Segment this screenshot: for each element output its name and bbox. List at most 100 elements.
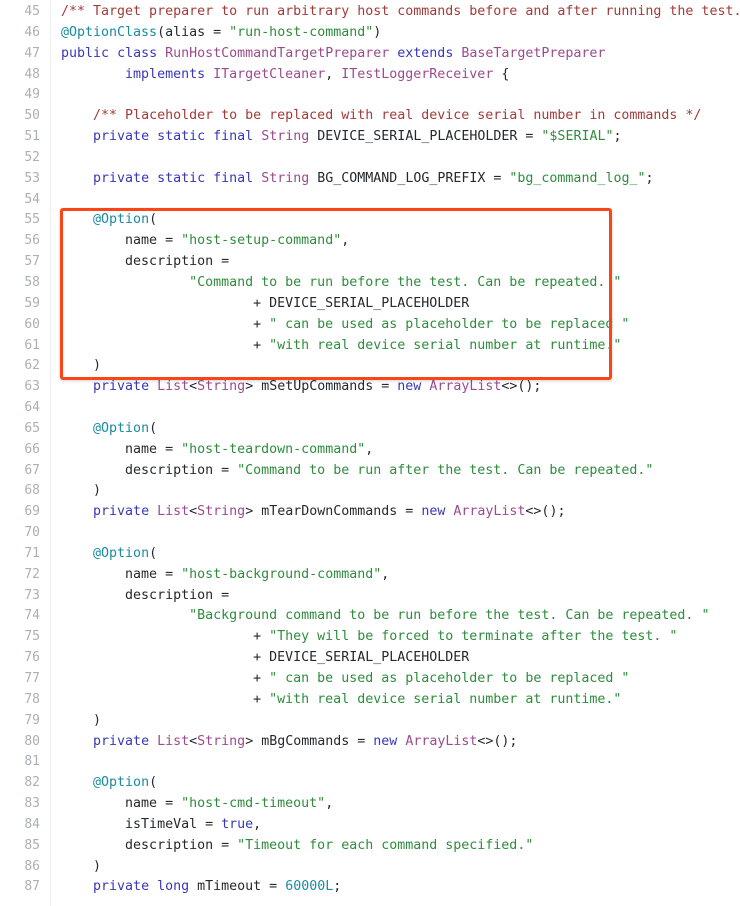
code-line[interactable]: 48 implements ITargetCleaner, ITestLogge…	[0, 65, 740, 86]
code-line[interactable]: 65 @Option(	[0, 419, 740, 440]
code-line[interactable]: 71 @Option(	[0, 544, 740, 565]
line-content: + "They will be forced to terminate afte…	[40, 627, 740, 648]
token-pln: > mBgCommands =	[245, 733, 374, 749]
code-line[interactable]: 86 )	[0, 857, 740, 878]
code-line[interactable]: 70	[0, 523, 740, 544]
token-cls: String	[261, 170, 310, 186]
line-content: description =	[40, 586, 740, 607]
code-line[interactable]: 53 private static final String BG_COMMAN…	[0, 169, 740, 190]
token-ann: @Option	[93, 420, 150, 436]
token-str: "host-teardown-command"	[181, 441, 366, 457]
code-line[interactable]: 58 "Command to be run before the test. C…	[0, 273, 740, 294]
token-pln	[149, 504, 157, 519]
line-content: /** Target preparer to run arbitrary hos…	[40, 2, 740, 23]
code-line[interactable]: 82 @Option(	[0, 773, 740, 794]
code-viewer[interactable]: 45 /** Target preparer to run arbitrary h…	[0, 0, 740, 906]
code-line[interactable]: 74 "Background command to be run before …	[0, 606, 740, 627]
code-line-list[interactable]: 45 /** Target preparer to run arbitrary h…	[0, 0, 740, 898]
line-number: 71	[24, 545, 40, 561]
code-line[interactable]: 46 @OptionClass(alias = "run-host-command…	[0, 23, 740, 44]
token-pln	[109, 46, 117, 61]
code-line[interactable]: 85 description = "Timeout for each comma…	[0, 836, 740, 857]
token-pln: )	[61, 483, 102, 499]
code-line[interactable]: 56 name = "host-setup-command",	[0, 231, 740, 252]
code-line[interactable]: 84 isTimeVal = true,	[0, 815, 740, 836]
code-line[interactable]: 78 + "with real device serial number at …	[0, 690, 740, 711]
code-line[interactable]: 55 @Option(	[0, 210, 740, 231]
token-pln: ,	[381, 566, 390, 582]
token-cls: List	[157, 504, 190, 520]
code-line[interactable]: 69 private List<String> mTearDownCommand…	[0, 502, 740, 523]
token-pln: (	[149, 775, 158, 791]
token-cls: ArrayList	[429, 379, 502, 395]
code-line[interactable]: 73 description =	[0, 586, 740, 607]
line-content: + "with real device serial number at run…	[40, 690, 740, 711]
token-cls: ArrayList	[405, 733, 478, 749]
code-line[interactable]: 62 )	[0, 356, 740, 377]
line-content: private List<String> mSetUpCommands = ne…	[40, 377, 740, 398]
code-line[interactable]: 67 description = "Command to be run afte…	[0, 461, 740, 482]
token-pln	[61, 546, 93, 561]
token-str: "host-setup-command"	[181, 233, 342, 249]
token-str: "run-host-command"	[229, 24, 374, 40]
token-pln: DEVICE_SERIAL_PLACEHOLDER =	[309, 129, 542, 145]
token-key: implements	[125, 66, 206, 82]
line-content: isTimeVal = true,	[40, 815, 740, 836]
line-content: @Option(	[40, 773, 740, 794]
code-line[interactable]: 51 private static final String DEVICE_SE…	[0, 127, 740, 148]
code-line[interactable]: 72 name = "host-background-command",	[0, 565, 740, 586]
line-number: 53	[24, 170, 40, 186]
code-line[interactable]: 57 description =	[0, 252, 740, 273]
token-key: private	[93, 504, 150, 520]
line-number: 74	[24, 608, 40, 624]
line-number: 70	[24, 525, 40, 541]
code-line[interactable]: 47 public class RunHostCommandTargetPrepa…	[0, 44, 740, 65]
token-pln	[61, 108, 93, 123]
line-number: 73	[24, 587, 40, 603]
token-pln	[205, 171, 213, 186]
code-line[interactable]: 81	[0, 752, 740, 773]
token-pln: isTimeVal =	[61, 816, 222, 832]
token-str: "Background command to be run before the…	[189, 608, 710, 624]
code-line[interactable]: 63 private List<String> mSetUpCommands =…	[0, 377, 740, 398]
code-line[interactable]: 66 name = "host-teardown-command",	[0, 440, 740, 461]
code-line[interactable]: 59 + DEVICE_SERIAL_PLACEHOLDER	[0, 294, 740, 315]
code-line[interactable]: 80 private List<String> mBgCommands = ne…	[0, 732, 740, 753]
code-line[interactable]: 75 + "They will be forced to terminate a…	[0, 627, 740, 648]
token-pln: )	[373, 24, 382, 40]
token-pln: ,	[341, 233, 350, 249]
line-number: 61	[24, 337, 40, 353]
code-line[interactable]: 83 name = "host-cmd-timeout",	[0, 794, 740, 815]
line-content: implements ITargetCleaner, ITestLoggerRe…	[40, 65, 740, 86]
code-line[interactable]: 79 )	[0, 711, 740, 732]
token-pln: name =	[61, 566, 182, 582]
token-ann: @Option	[93, 212, 150, 228]
token-pln	[61, 212, 93, 227]
token-pln	[61, 67, 125, 82]
token-pln: alias	[165, 24, 206, 40]
token-pln: description =	[61, 462, 238, 478]
code-line[interactable]: 61 + "with real device serial number at …	[0, 336, 740, 357]
token-key: class	[117, 45, 158, 61]
code-line[interactable]: 54	[0, 190, 740, 211]
code-line[interactable]: 45 /** Target preparer to run arbitrary h…	[0, 2, 740, 23]
token-pln: (	[149, 545, 158, 561]
token-pln: mTimeout =	[189, 879, 286, 895]
line-number: 77	[24, 671, 40, 686]
code-line[interactable]: 60 + " can be used as placeholder to be …	[0, 315, 740, 336]
code-line[interactable]: 64	[0, 398, 740, 419]
token-key: final	[213, 170, 254, 186]
code-line[interactable]: 76 + DEVICE_SERIAL_PLACEHOLDER	[0, 648, 740, 669]
code-line[interactable]: 52	[0, 148, 740, 169]
token-pln: =	[205, 24, 230, 40]
code-line[interactable]: 68 )	[0, 481, 740, 502]
code-line[interactable]: 87 private long mTimeout = 60000L;	[0, 877, 740, 898]
token-key: static	[157, 129, 206, 145]
code-line[interactable]: 50 /** Placeholder to be replaced with r…	[0, 106, 740, 127]
token-ann: @OptionClass	[61, 24, 158, 40]
code-line[interactable]: 77 + " can be used as placeholder to be …	[0, 669, 740, 690]
line-content: @Option(	[40, 210, 740, 231]
token-key: final	[213, 129, 254, 145]
line-number: 84	[24, 816, 40, 832]
code-line[interactable]: 49	[0, 85, 740, 106]
